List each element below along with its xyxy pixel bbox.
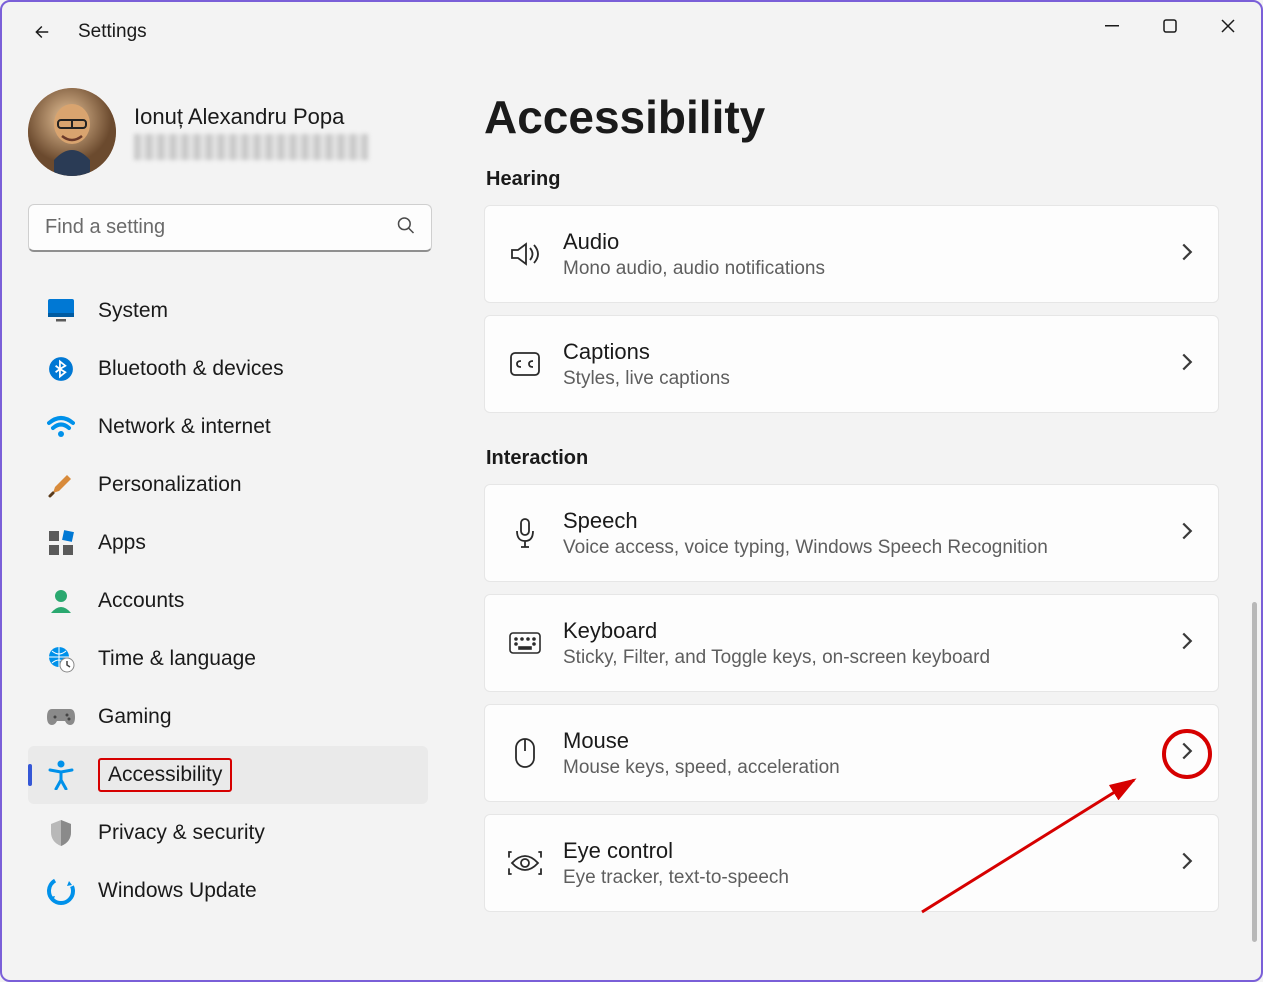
card-subtitle: Voice access, voice typing, Windows Spee… xyxy=(563,537,1180,559)
back-arrow-icon xyxy=(29,21,51,43)
sidebar-nav: System Bluetooth & devices Network & int… xyxy=(28,282,428,920)
sidebar-item-label: Time & language xyxy=(98,647,256,671)
chevron-right-icon xyxy=(1180,741,1194,766)
microphone-icon xyxy=(507,515,543,551)
speaker-icon xyxy=(507,236,543,272)
minimize-button[interactable] xyxy=(1083,6,1141,46)
sidebar-item-system[interactable]: System xyxy=(28,282,428,340)
sidebar-item-label: Windows Update xyxy=(98,879,257,903)
accessibility-icon xyxy=(46,760,76,790)
search-icon xyxy=(396,216,416,241)
sidebar-item-label: Privacy & security xyxy=(98,821,265,845)
sidebar-item-update[interactable]: Windows Update xyxy=(28,862,428,920)
sidebar-item-label: System xyxy=(98,299,168,323)
sidebar-item-label: Personalization xyxy=(98,473,242,497)
sidebar-item-label: Apps xyxy=(98,531,146,555)
section-header-hearing: Hearing xyxy=(486,168,1219,191)
window-controls xyxy=(1083,6,1257,46)
search-input[interactable] xyxy=(28,204,432,252)
card-title: Captions xyxy=(563,339,1180,365)
sidebar-item-label: Accounts xyxy=(98,589,184,613)
scrollbar[interactable] xyxy=(1252,602,1257,942)
sidebar-item-accounts[interactable]: Accounts xyxy=(28,572,428,630)
user-name: Ionuț Alexandru Popa xyxy=(134,104,368,130)
profile-text: Ionuț Alexandru Popa xyxy=(134,104,368,160)
wifi-icon xyxy=(46,412,76,442)
card-mouse[interactable]: Mouse Mouse keys, speed, acceleration xyxy=(484,704,1219,802)
close-button[interactable] xyxy=(1199,6,1257,46)
sidebar-item-accessibility[interactable]: Accessibility xyxy=(28,746,428,804)
sidebar-item-gaming[interactable]: Gaming xyxy=(28,688,428,746)
bluetooth-icon xyxy=(46,354,76,384)
paintbrush-icon xyxy=(46,470,76,500)
card-subtitle: Sticky, Filter, and Toggle keys, on-scre… xyxy=(563,647,1180,669)
sidebar-item-personalization[interactable]: Personalization xyxy=(28,456,428,514)
card-subtitle: Eye tracker, text-to-speech xyxy=(563,867,1180,889)
card-title: Speech xyxy=(563,508,1180,534)
sidebar-item-label: Network & internet xyxy=(98,415,271,439)
maximize-button[interactable] xyxy=(1141,6,1199,46)
update-icon xyxy=(46,876,76,906)
close-icon xyxy=(1221,19,1235,33)
eye-icon xyxy=(507,845,543,881)
chevron-right-icon xyxy=(1180,521,1194,546)
person-icon xyxy=(46,586,76,616)
titlebar: Settings xyxy=(2,2,1261,62)
sidebar-item-label: Gaming xyxy=(98,705,172,729)
chevron-right-icon xyxy=(1180,851,1194,876)
avatar xyxy=(28,88,116,176)
sidebar-item-time-language[interactable]: Time & language xyxy=(28,630,428,688)
card-subtitle: Mono audio, audio notifications xyxy=(563,258,1180,280)
settings-window: Settings xyxy=(0,0,1263,982)
sidebar: Ionuț Alexandru Popa System xyxy=(2,62,440,980)
minimize-icon xyxy=(1105,19,1119,33)
system-icon xyxy=(46,296,76,326)
sidebar-item-label: Accessibility xyxy=(98,758,232,792)
keyboard-icon xyxy=(507,625,543,661)
gamepad-icon xyxy=(46,702,76,732)
globe-clock-icon xyxy=(46,644,76,674)
user-email-redacted xyxy=(134,134,368,160)
maximize-icon xyxy=(1163,19,1177,33)
chevron-right-icon xyxy=(1180,631,1194,656)
section-header-interaction: Interaction xyxy=(486,447,1219,470)
card-subtitle: Styles, live captions xyxy=(563,368,1180,390)
card-subtitle: Mouse keys, speed, acceleration xyxy=(563,757,1180,779)
card-audio[interactable]: Audio Mono audio, audio notifications xyxy=(484,205,1219,303)
main-content: Accessibility Hearing Audio Mono audio, … xyxy=(440,62,1261,980)
sidebar-item-label: Bluetooth & devices xyxy=(98,357,284,381)
chevron-right-icon xyxy=(1180,352,1194,377)
apps-icon xyxy=(46,528,76,558)
card-title: Eye control xyxy=(563,838,1180,864)
app-title: Settings xyxy=(78,21,147,43)
card-title: Mouse xyxy=(563,728,1180,754)
user-profile[interactable]: Ionuț Alexandru Popa xyxy=(28,88,428,176)
card-speech[interactable]: Speech Voice access, voice typing, Windo… xyxy=(484,484,1219,582)
sidebar-item-apps[interactable]: Apps xyxy=(28,514,428,572)
back-button[interactable] xyxy=(24,16,56,48)
card-title: Keyboard xyxy=(563,618,1180,644)
card-captions[interactable]: Captions Styles, live captions xyxy=(484,315,1219,413)
sidebar-item-bluetooth[interactable]: Bluetooth & devices xyxy=(28,340,428,398)
sidebar-item-network[interactable]: Network & internet xyxy=(28,398,428,456)
card-eye-control[interactable]: Eye control Eye tracker, text-to-speech xyxy=(484,814,1219,912)
page-title: Accessibility xyxy=(484,90,1219,144)
card-keyboard[interactable]: Keyboard Sticky, Filter, and Toggle keys… xyxy=(484,594,1219,692)
shield-icon xyxy=(46,818,76,848)
sidebar-item-privacy[interactable]: Privacy & security xyxy=(28,804,428,862)
search-wrap xyxy=(28,204,432,252)
chevron-right-icon xyxy=(1180,242,1194,267)
card-title: Audio xyxy=(563,229,1180,255)
captions-icon xyxy=(507,346,543,382)
mouse-icon xyxy=(507,735,543,771)
